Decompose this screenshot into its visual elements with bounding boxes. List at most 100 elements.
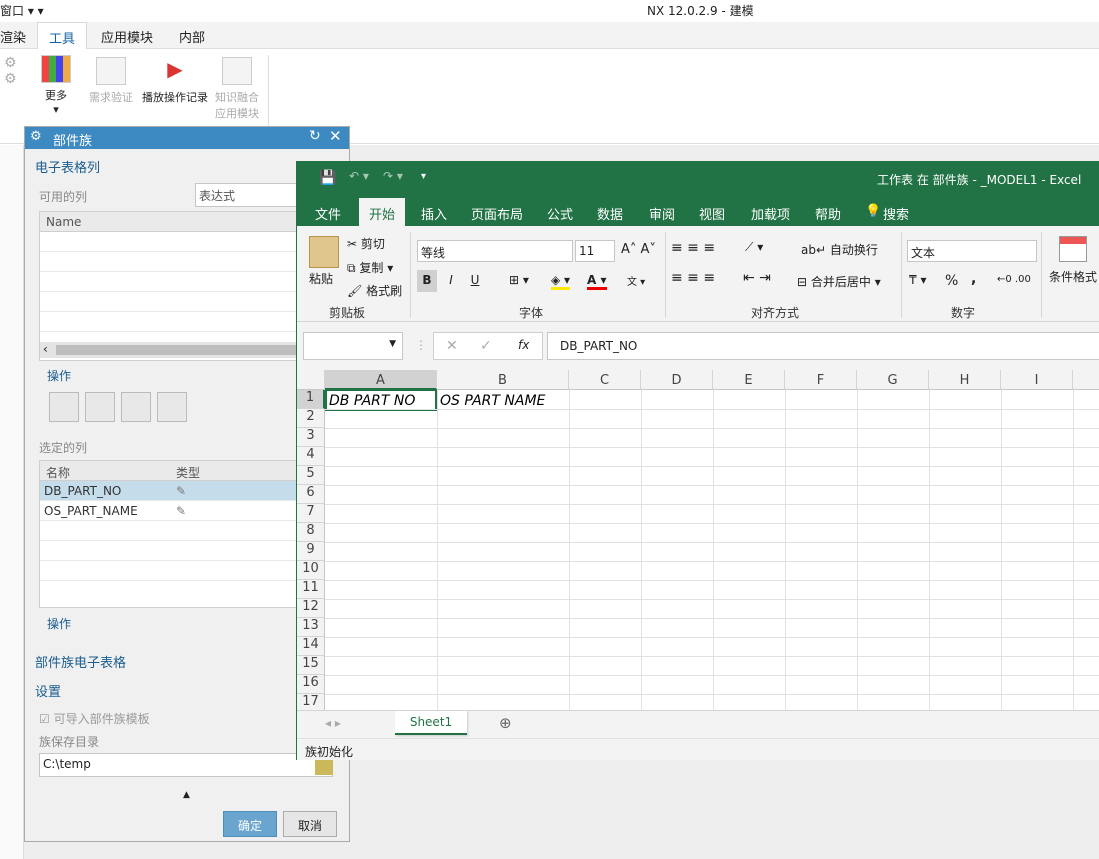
font-grow-icon[interactable]: A˄ A˅ [621, 242, 656, 257]
collapse-icon[interactable]: ▲ [183, 790, 190, 800]
underline-button[interactable]: U [465, 270, 485, 292]
wrap-text-button[interactable]: ab↵ 自动换行 [801, 241, 878, 258]
merge-center-button[interactable]: ⊟ 合并后居中 ▾ [797, 273, 881, 290]
row-header-5[interactable]: 5 [297, 466, 325, 485]
tab-formulas[interactable]: 公式 [547, 204, 573, 223]
paste-button[interactable]: 粘贴 [309, 270, 333, 287]
cancel-button[interactable]: 取消 [283, 811, 337, 837]
tab-insert[interactable]: 插入 [421, 204, 447, 223]
row-header-7[interactable]: 7 [297, 504, 325, 523]
fill-color-icon[interactable]: ◈ ▾ [551, 273, 571, 290]
italic-button[interactable]: I [441, 270, 461, 292]
select-all-corner[interactable] [297, 370, 325, 390]
decimal-icon[interactable]: ←0 .00 [997, 274, 1031, 285]
tab-data[interactable]: 数据 [597, 204, 623, 223]
row-header-10[interactable]: 10 [297, 561, 325, 580]
save-icon[interactable]: 💾 [319, 170, 336, 186]
row-header-14[interactable]: 14 [297, 637, 325, 656]
paste-icon[interactable] [309, 236, 339, 268]
spreadsheet-grid[interactable]: A B C D E F G H I 1 2 3 4 5 6 7 8 9 10 11 12 13 14 15 1… [297, 370, 1099, 710]
conditional-format-button[interactable]: 条件格式 [1049, 268, 1097, 285]
cancel-icon[interactable]: ✕ [446, 338, 458, 354]
sheet-nav-icon[interactable]: ◂ ▸ [325, 716, 341, 730]
comma-button[interactable]: , [971, 271, 976, 287]
column-header-d[interactable]: D [641, 370, 713, 390]
row-header-4[interactable]: 4 [297, 447, 325, 466]
font-color-icon[interactable]: A ▾ [587, 273, 607, 290]
import-template-checkbox[interactable]: ☑ 可导入部件族模板 [39, 710, 150, 727]
column-header-b[interactable]: B [437, 370, 569, 390]
column-header-g[interactable]: G [857, 370, 929, 390]
row-header-9[interactable]: 9 [297, 542, 325, 561]
column-header-h[interactable]: H [929, 370, 1001, 390]
row-header-16[interactable]: 16 [297, 675, 325, 694]
scroll-left-icon[interactable]: ‹ [43, 342, 48, 356]
font-size-select[interactable]: 11 [575, 240, 615, 262]
row-header-11[interactable]: 11 [297, 580, 325, 599]
sheet-tab-sheet1[interactable]: Sheet1 [395, 711, 467, 735]
accounting-icon[interactable]: ₸ ▾ [909, 273, 926, 287]
row-header-6[interactable]: 6 [297, 485, 325, 504]
column-header-next[interactable] [1073, 370, 1099, 390]
percent-button[interactable]: % [945, 273, 958, 289]
spreadsheet-columns-title[interactable]: 电子表格列 [35, 157, 100, 176]
format-painter-button[interactable]: 🖌 格式刷 [347, 282, 402, 299]
tab-search[interactable]: 搜索 [883, 204, 909, 223]
settings-title[interactable]: 设置 [35, 681, 61, 700]
type-header[interactable]: 类型 [176, 464, 200, 481]
remove-column-icon[interactable] [85, 392, 115, 422]
formula-input[interactable]: DB_PART_NO [547, 332, 1099, 360]
tab-internal[interactable]: 内部 [179, 27, 205, 46]
border-icon[interactable]: ⊞ ▾ [509, 273, 529, 287]
align-left-icon[interactable]: ≡ ≡ ≡ [671, 270, 715, 286]
tab-tools[interactable]: 工具 [37, 22, 87, 50]
more-button[interactable]: 更多 ▾ [38, 55, 74, 116]
conditional-format-icon[interactable] [1059, 236, 1087, 262]
name-header[interactable]: 名称 [46, 466, 70, 480]
column-header-f[interactable]: F [785, 370, 857, 390]
tab-addins[interactable]: 加载项 [751, 204, 790, 223]
row-header-12[interactable]: 12 [297, 599, 325, 618]
phonetic-icon[interactable]: 文 ▾ [627, 273, 645, 288]
align-top-icon[interactable]: ≡ ≡ ≡ [671, 240, 715, 256]
reset-icon[interactable]: ↻ [309, 128, 321, 144]
tab-file[interactable]: 文件 [315, 204, 341, 223]
column-header-c[interactable]: C [569, 370, 641, 390]
family-spreadsheet-title[interactable]: 部件族电子表格 [35, 652, 126, 671]
row-header-2[interactable]: 2 [297, 409, 325, 428]
tab-view[interactable]: 视图 [699, 204, 725, 223]
orientation-icon[interactable]: ⟋ ▾ [745, 240, 763, 255]
playback-button[interactable]: ▶ 播放操作记录 [140, 57, 210, 105]
knowledge-fusion-button[interactable]: 知识融合 应用模块 [212, 57, 262, 121]
bold-button[interactable]: B [417, 270, 437, 292]
column-header-a[interactable]: A [325, 370, 437, 390]
indent-icon[interactable]: ⇤ ⇥ [743, 270, 771, 286]
tab-page-layout[interactable]: 页面布局 [471, 204, 523, 223]
copy-button[interactable]: ⧉ 复制 ▾ [347, 259, 393, 276]
row-header-3[interactable]: 3 [297, 428, 325, 447]
enter-icon[interactable]: ✓ [480, 338, 492, 354]
add-column-icon[interactable] [49, 392, 79, 422]
cell-b1[interactable]: OS PART NAME [440, 393, 545, 409]
row-header-1[interactable]: 1 [297, 390, 325, 409]
cut-button[interactable]: ✂ 剪切 [347, 235, 385, 252]
row-header-17[interactable]: 17 [297, 694, 325, 710]
row-header-13[interactable]: 13 [297, 618, 325, 637]
row-header-15[interactable]: 15 [297, 656, 325, 675]
fx-icon[interactable]: fx [518, 338, 529, 352]
requirement-check-button[interactable]: 需求验证 [86, 57, 136, 105]
redo-icon[interactable]: ↷ ▾ [383, 169, 403, 183]
font-name-select[interactable]: 等线 [417, 240, 573, 262]
name-box[interactable]: ▼ [303, 332, 403, 360]
undo-icon[interactable]: ↶ ▾ [349, 169, 369, 183]
add-sheet-icon[interactable]: ⊕ [499, 714, 512, 732]
quick-access[interactable]: 窗口 ▾ ▾ [0, 2, 44, 19]
tab-app-modules[interactable]: 应用模块 [101, 27, 153, 46]
move-up-icon[interactable] [121, 392, 151, 422]
close-icon[interactable]: ✕ [329, 127, 342, 145]
save-dir-field[interactable]: C:\temp [39, 753, 333, 777]
tab-render[interactable]: 渲染 [0, 27, 26, 46]
row-header-8[interactable]: 8 [297, 523, 325, 542]
tab-review[interactable]: 审阅 [649, 204, 675, 223]
column-header-i[interactable]: I [1001, 370, 1073, 390]
